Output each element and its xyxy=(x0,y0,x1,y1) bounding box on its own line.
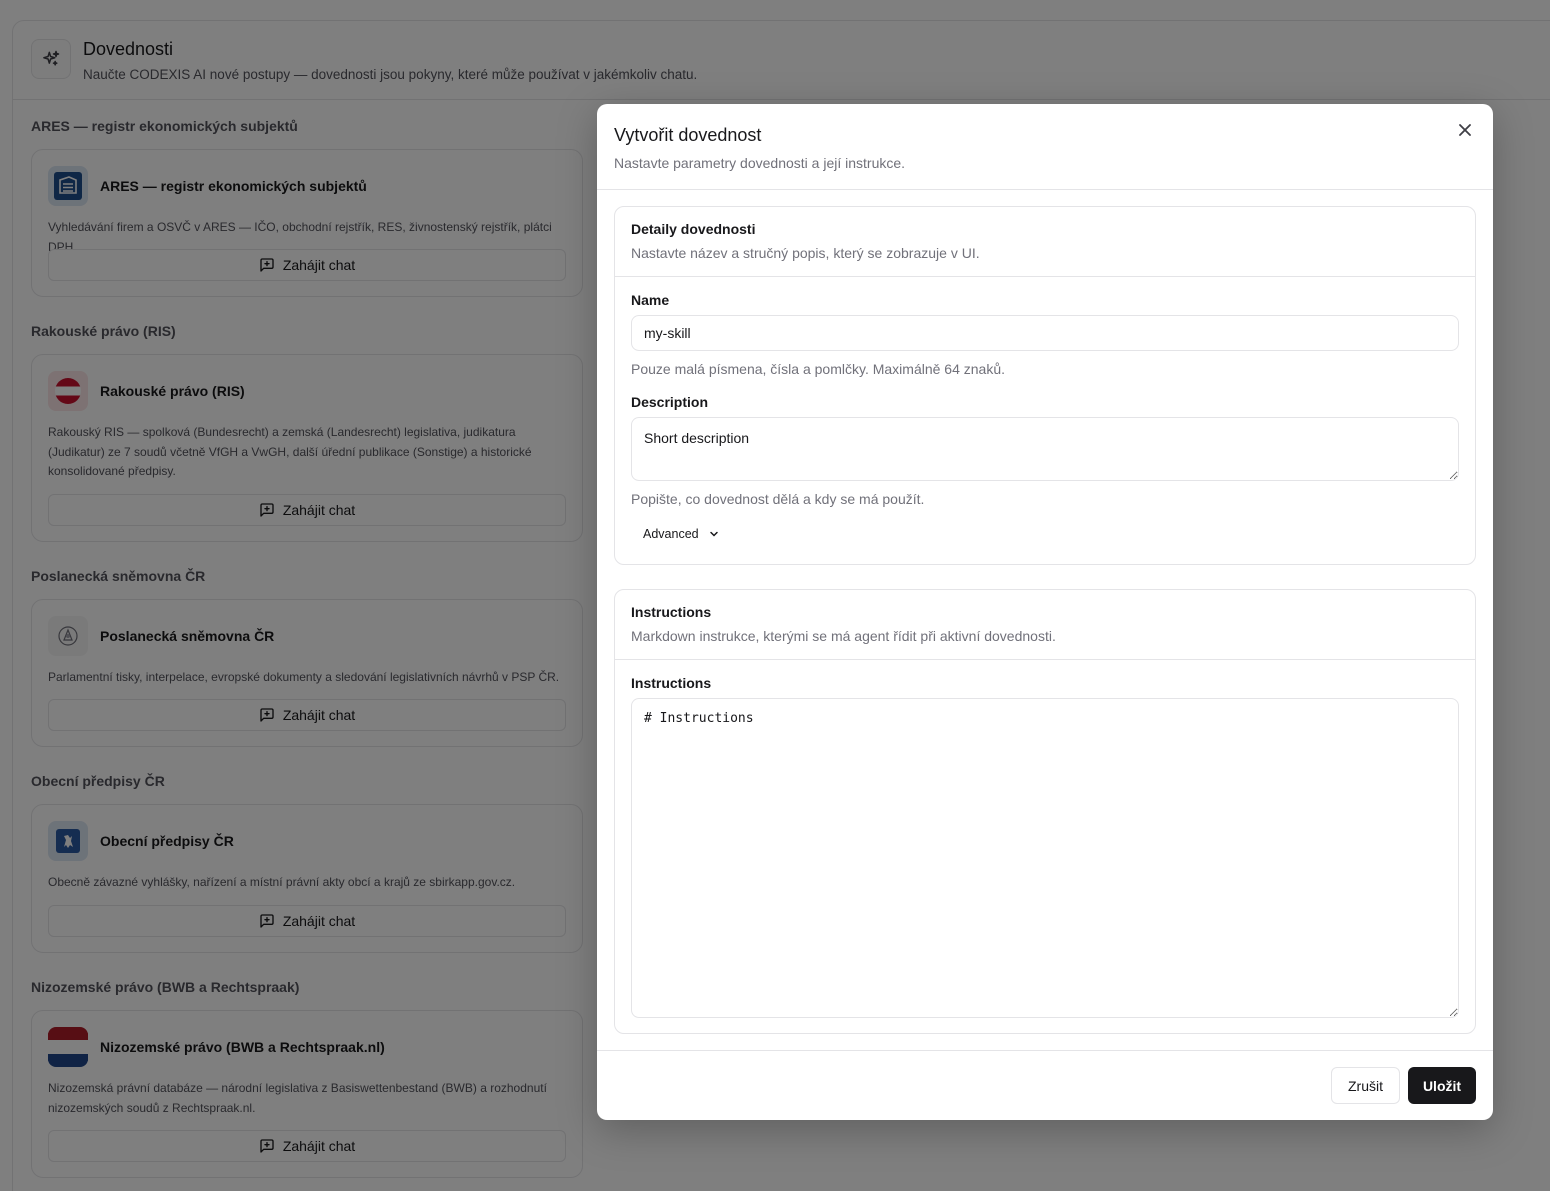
name-input[interactable] xyxy=(631,315,1459,351)
dialog-title: Vytvořit dovednost xyxy=(614,125,762,145)
instructions-panel-header: Instructions Markdown instrukce, kterými… xyxy=(615,590,1475,660)
close-icon[interactable] xyxy=(1455,120,1475,140)
advanced-toggle[interactable]: Advanced xyxy=(643,527,719,541)
instructions-textarea[interactable]: # Instructions xyxy=(631,698,1459,1018)
name-label: Name xyxy=(631,292,670,308)
advanced-label: Advanced xyxy=(643,527,699,541)
dialog-subtitle: Nastavte parametry dovednosti a její ins… xyxy=(614,155,906,171)
dialog-header: Vytvořit dovednost Nastavte parametry do… xyxy=(597,104,1493,190)
cancel-button[interactable]: Zrušit xyxy=(1331,1067,1400,1104)
description-hint: Popište, co dovednost dělá a kdy se má p… xyxy=(631,491,925,507)
instructions-subtitle: Markdown instrukce, kterými se má agent … xyxy=(631,628,1056,644)
create-skill-dialog: Vytvořit dovednost Nastavte parametry do… xyxy=(597,104,1493,1120)
instructions-title: Instructions xyxy=(631,604,712,620)
dialog-footer: Zrušit Uložit xyxy=(597,1050,1493,1120)
details-subtitle: Nastavte název a stručný popis, který se… xyxy=(631,245,980,261)
details-panel: Detaily dovednosti Nastavte název a stru… xyxy=(614,206,1476,565)
description-textarea[interactable]: Short description xyxy=(631,417,1459,481)
save-button[interactable]: Uložit xyxy=(1408,1067,1476,1104)
description-label: Description xyxy=(631,394,709,410)
chevron-down-icon xyxy=(709,531,718,537)
instructions-label: Instructions xyxy=(631,675,712,691)
name-hint: Pouze malá písmena, čísla a pomlčky. Max… xyxy=(631,361,1006,377)
details-title: Detaily dovednosti xyxy=(631,221,756,237)
details-panel-header: Detaily dovednosti Nastavte název a stru… xyxy=(615,207,1475,277)
instructions-panel: Instructions Markdown instrukce, kterými… xyxy=(614,589,1476,1034)
